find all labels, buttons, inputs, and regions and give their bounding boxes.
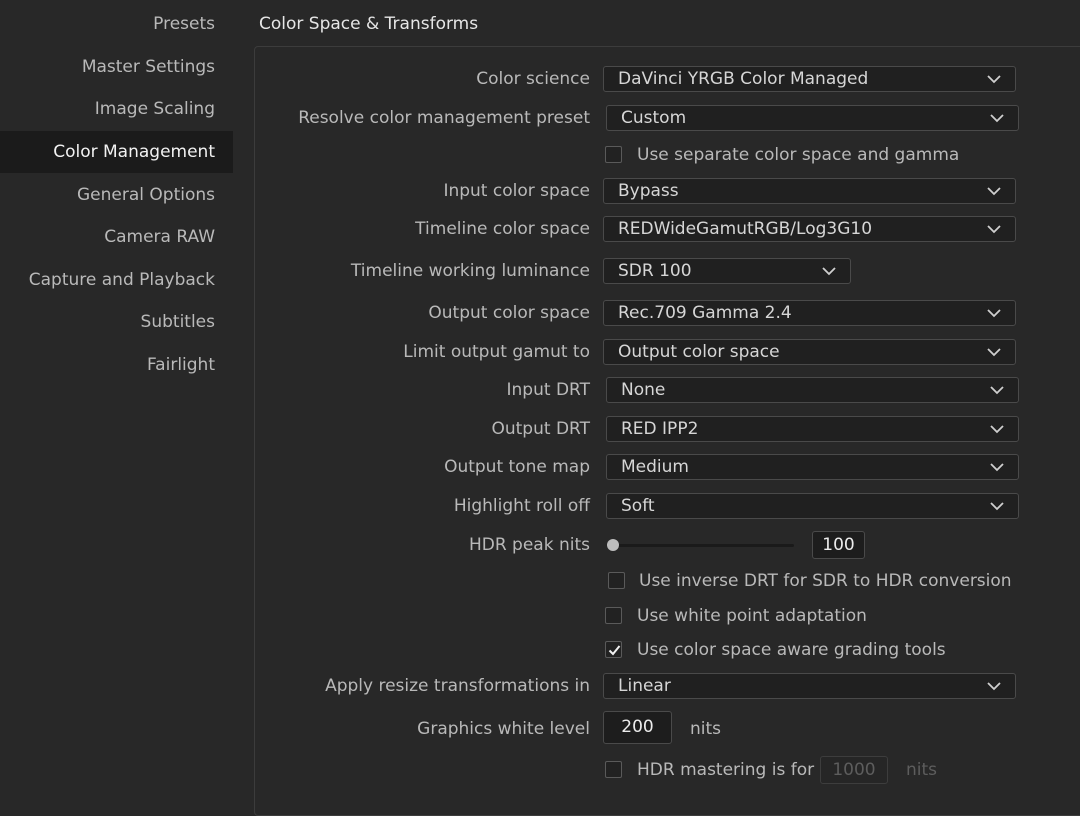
tone-map-label: Output tone map — [444, 457, 590, 477]
output-cs-label: Output color space — [428, 303, 590, 323]
hdr-peak-slider[interactable] — [612, 544, 794, 547]
sidebar-item-presets[interactable]: Presets — [0, 3, 233, 45]
graphics-white-input[interactable]: 200 — [603, 711, 672, 744]
color-science-value: DaVinci YRGB Color Managed — [618, 69, 869, 89]
aware-grading-label: Use color space aware grading tools — [637, 640, 946, 660]
row-color-science: Color science DaVinci YRGB Color Managed — [0, 64, 1080, 94]
row-limit-gamut: Limit output gamut to Output color space — [0, 337, 1080, 367]
output-drt-label: Output DRT — [491, 419, 590, 439]
input-drt-label: Input DRT — [506, 380, 590, 400]
chevron-down-icon — [990, 386, 1004, 395]
cm-preset-dropdown[interactable]: Custom — [606, 105, 1019, 131]
inverse-drt-checkbox[interactable] — [608, 572, 625, 589]
chevron-down-icon — [990, 425, 1004, 434]
chevron-down-icon — [987, 225, 1001, 234]
aware-grading-checkbox[interactable] — [605, 641, 622, 658]
timeline-cs-dropdown[interactable]: REDWideGamutRGB/Log3G10 — [603, 216, 1016, 242]
roll-off-value: Soft — [621, 496, 655, 516]
hdr-peak-label: HDR peak nits — [468, 535, 590, 555]
row-output-cs: Output color space Rec.709 Gamma 2.4 — [0, 298, 1080, 328]
cm-preset-value: Custom — [621, 108, 687, 128]
white-point-checkbox[interactable] — [605, 607, 622, 624]
row-white-point: Use white point adaptation — [0, 601, 1080, 631]
row-roll-off: Highlight roll off Soft — [0, 491, 1080, 521]
row-separate-cs-gamma: Use separate color space and gamma — [0, 140, 1080, 170]
chevron-down-icon — [987, 187, 1001, 196]
row-input-cs: Input color space Bypass — [0, 176, 1080, 206]
timeline-cs-label: Timeline color space — [415, 219, 590, 239]
timeline-cs-value: REDWideGamutRGB/Log3G10 — [618, 219, 873, 239]
row-timeline-cs: Timeline color space REDWideGamutRGB/Log… — [0, 214, 1080, 244]
chevron-down-icon — [990, 114, 1004, 123]
section-title: Color Space & Transforms — [259, 14, 479, 34]
row-hdr-peak: HDR peak nits 100 — [0, 530, 1080, 560]
white-point-label: Use white point adaptation — [637, 606, 867, 626]
resize-in-dropdown[interactable]: Linear — [603, 673, 1016, 699]
input-drt-value: None — [621, 380, 666, 400]
output-cs-value: Rec.709 Gamma 2.4 — [618, 303, 792, 323]
chevron-down-icon — [987, 682, 1001, 691]
row-timeline-lum: Timeline working luminance SDR 100 — [0, 256, 1080, 286]
chevron-down-icon — [987, 348, 1001, 357]
hdr-peak-slider-handle[interactable] — [607, 539, 619, 551]
separate-cs-gamma-checkbox[interactable] — [605, 146, 622, 163]
resize-in-value: Linear — [618, 676, 671, 696]
hdr-mastering-checkbox[interactable] — [605, 761, 622, 778]
checkmark-icon — [608, 645, 621, 656]
input-cs-value: Bypass — [618, 181, 679, 201]
input-cs-dropdown[interactable]: Bypass — [603, 178, 1016, 204]
graphics-white-label: Graphics white level — [417, 719, 590, 739]
color-science-label: Color science — [476, 69, 590, 89]
output-drt-value: RED IPP2 — [621, 419, 699, 439]
timeline-lum-label: Timeline working luminance — [350, 261, 590, 281]
inverse-drt-label: Use inverse DRT for SDR to HDR conversio… — [639, 571, 1012, 591]
roll-off-dropdown[interactable]: Soft — [606, 493, 1019, 519]
tone-map-dropdown[interactable]: Medium — [606, 454, 1019, 480]
roll-off-label: Highlight roll off — [453, 496, 590, 516]
chevron-down-icon — [990, 463, 1004, 472]
row-cm-preset: Resolve color management preset Custom — [0, 103, 1080, 133]
graphics-white-unit: nits — [690, 719, 722, 739]
hdr-mastering-input[interactable]: 1000 — [820, 756, 888, 784]
row-graphics-white: Graphics white level 200 nits — [0, 711, 1080, 744]
output-drt-dropdown[interactable]: RED IPP2 — [606, 416, 1019, 442]
limit-gamut-dropdown[interactable]: Output color space — [603, 339, 1016, 365]
row-tone-map: Output tone map Medium — [0, 452, 1080, 482]
timeline-lum-dropdown[interactable]: SDR 100 — [603, 258, 851, 284]
hdr-mastering-label: HDR mastering is for — [637, 760, 815, 780]
hdr-peak-input[interactable]: 100 — [812, 531, 865, 559]
row-input-drt: Input DRT None — [0, 375, 1080, 405]
resize-in-label: Apply resize transformations in — [325, 676, 590, 696]
chevron-down-icon — [990, 502, 1004, 511]
chevron-down-icon — [987, 309, 1001, 318]
separate-cs-gamma-label: Use separate color space and gamma — [637, 145, 960, 165]
limit-gamut-value: Output color space — [618, 342, 780, 362]
output-cs-dropdown[interactable]: Rec.709 Gamma 2.4 — [603, 300, 1016, 326]
cm-preset-label: Resolve color management preset — [298, 108, 590, 128]
timeline-lum-value: SDR 100 — [618, 261, 692, 281]
hdr-mastering-unit: nits — [906, 760, 938, 780]
chevron-down-icon — [987, 75, 1001, 84]
row-output-drt: Output DRT RED IPP2 — [0, 414, 1080, 444]
input-cs-label: Input color space — [443, 181, 590, 201]
row-resize-in: Apply resize transformations in Linear — [0, 671, 1080, 701]
row-hdr-mastering: HDR mastering is for 1000 nits — [0, 755, 1080, 785]
chevron-down-icon — [822, 267, 836, 276]
row-aware-grading: Use color space aware grading tools — [0, 635, 1080, 665]
input-drt-dropdown[interactable]: None — [606, 377, 1019, 403]
color-science-dropdown[interactable]: DaVinci YRGB Color Managed — [603, 66, 1016, 92]
tone-map-value: Medium — [621, 457, 689, 477]
row-inverse-drt: Use inverse DRT for SDR to HDR conversio… — [0, 566, 1080, 596]
limit-gamut-label: Limit output gamut to — [403, 342, 590, 362]
